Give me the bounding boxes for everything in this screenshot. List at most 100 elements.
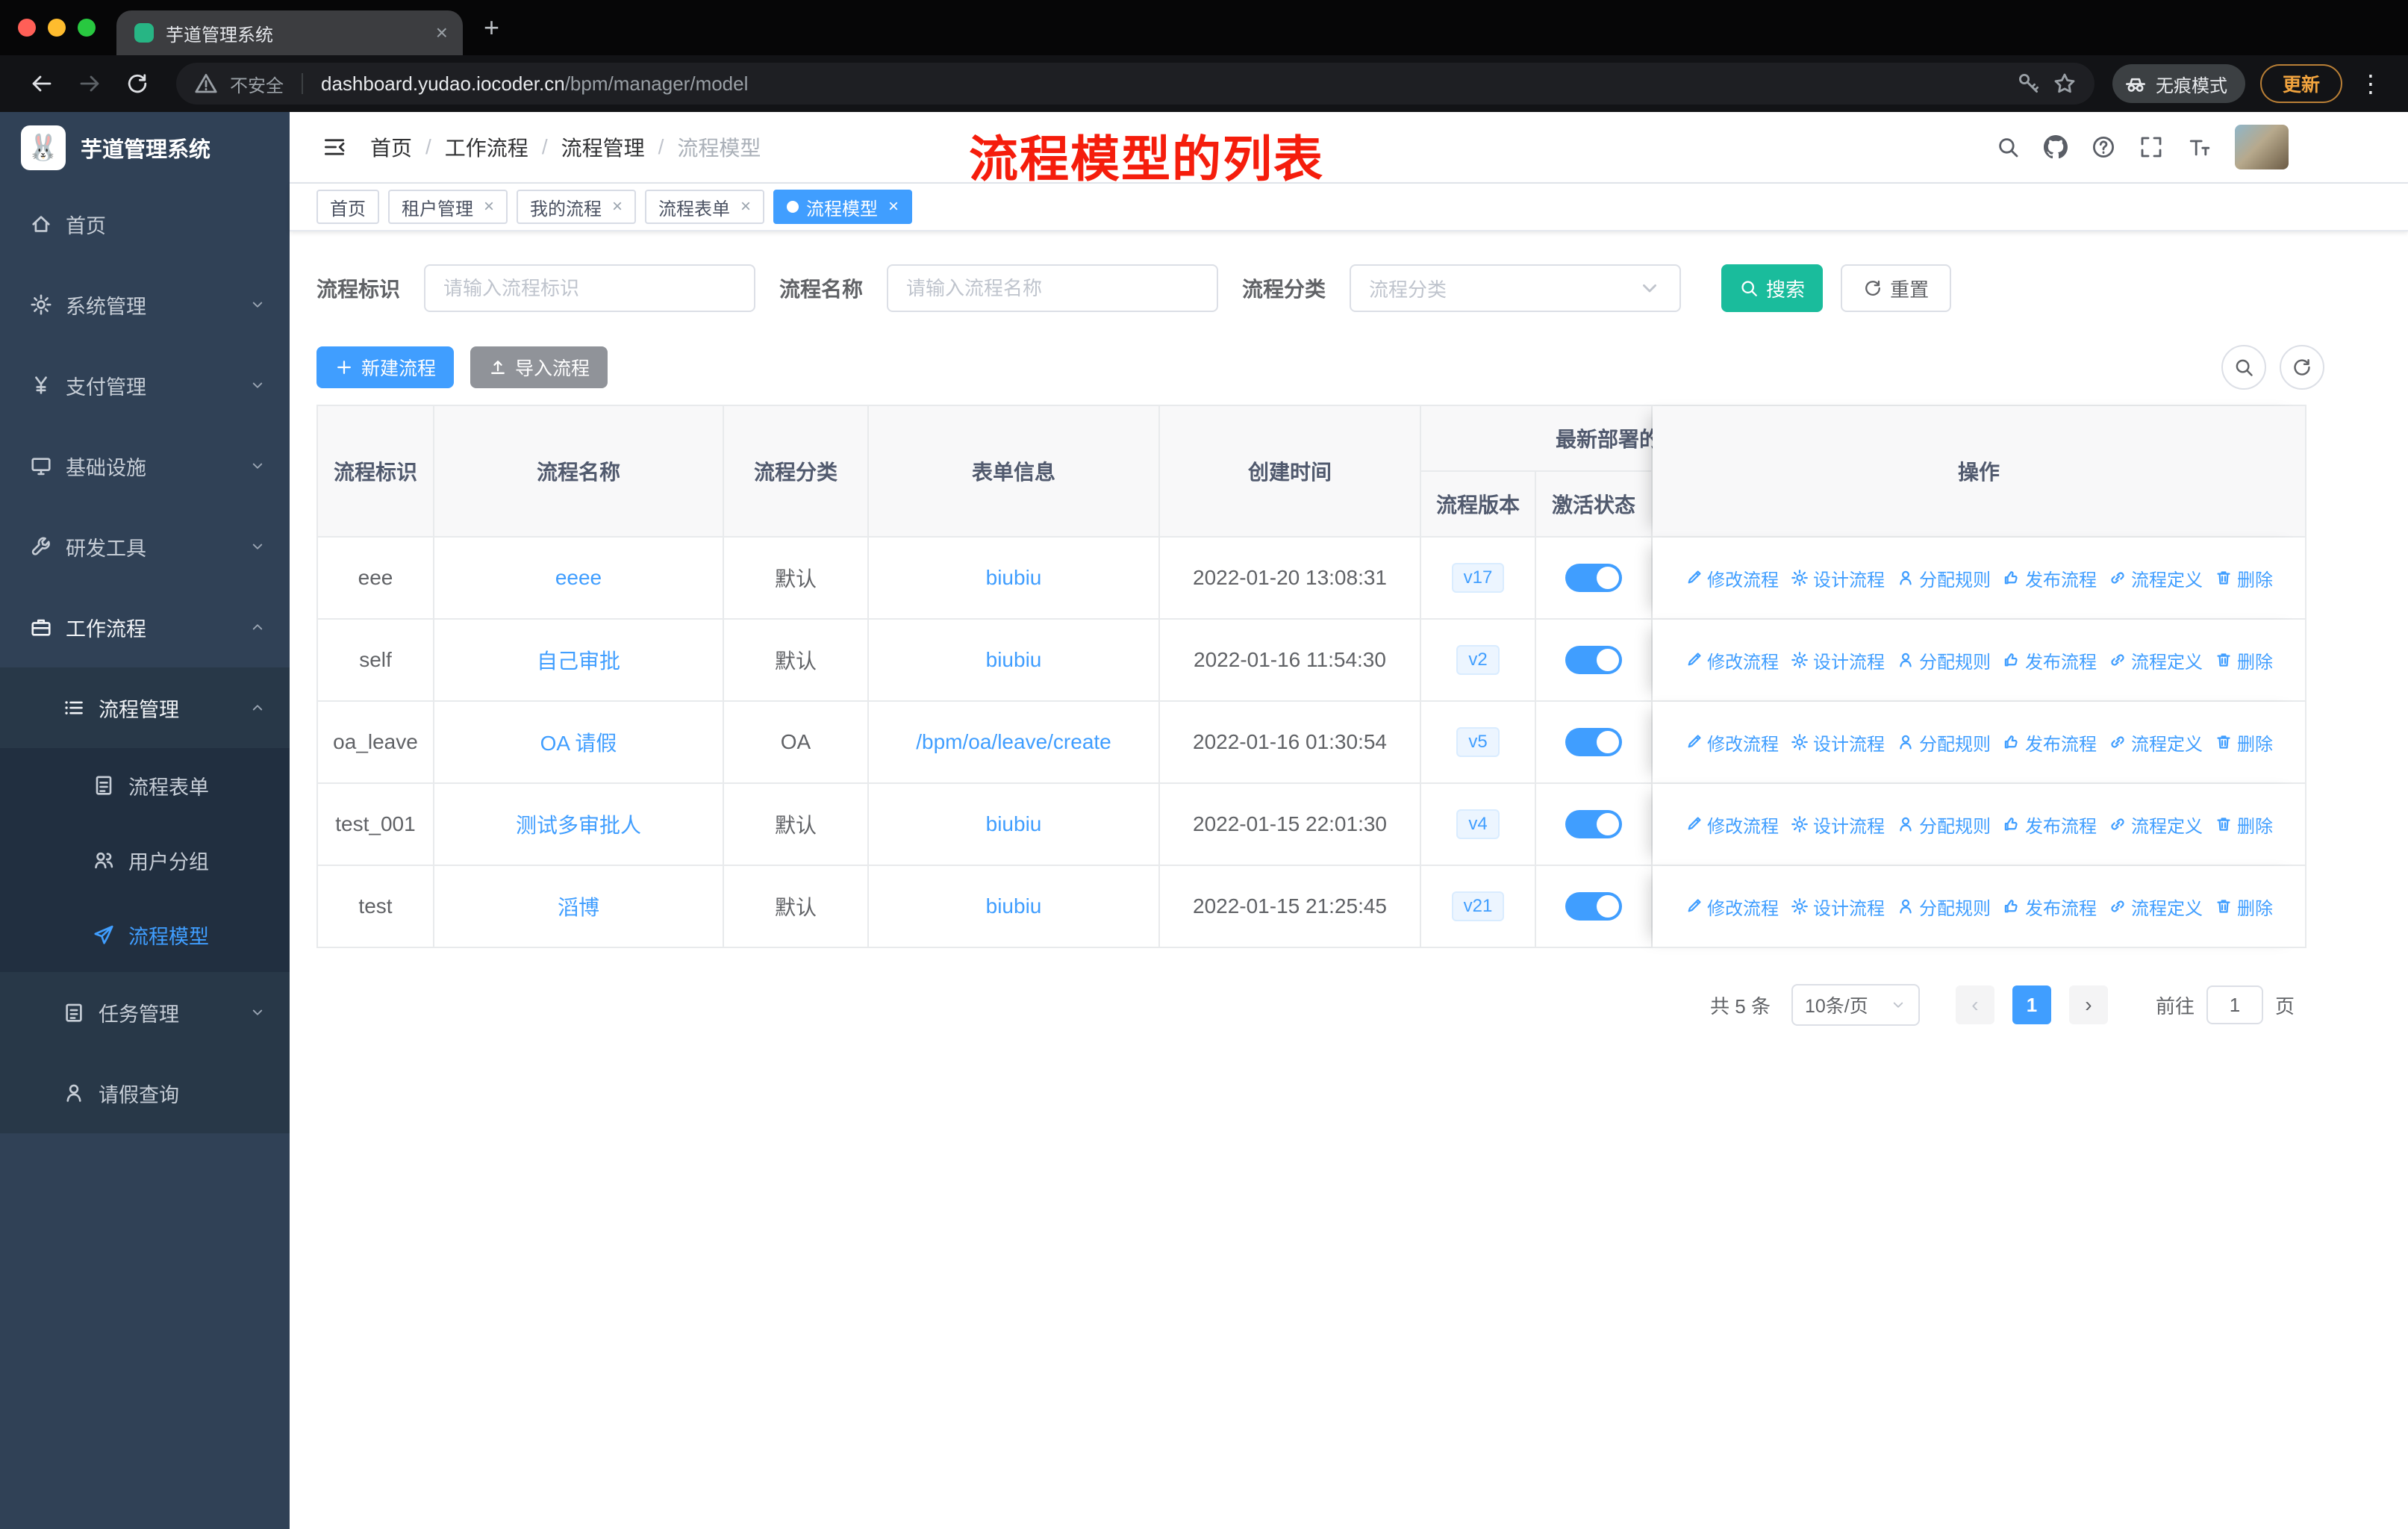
sidebar-item-process-model[interactable]: 流程模型 xyxy=(0,897,290,972)
page-size-select[interactable]: 10条/页 xyxy=(1791,984,1920,1026)
security-label[interactable]: 不安全 xyxy=(230,71,284,97)
process-name-link[interactable]: 滔博 xyxy=(558,891,599,921)
action-process-definition[interactable]: 流程定义 xyxy=(2109,894,2203,920)
action-delete[interactable]: 删除 xyxy=(2215,729,2273,756)
action-design-process[interactable]: 设计流程 xyxy=(1791,729,1885,756)
form-info-link[interactable]: biubiu xyxy=(986,566,1042,590)
bookmark-star-icon[interactable] xyxy=(2053,72,2077,96)
action-modify-process[interactable]: 修改流程 xyxy=(1685,647,1779,673)
import-process-button[interactable]: 导入流程 xyxy=(470,346,608,388)
tag-close-icon[interactable]: × xyxy=(888,196,899,217)
window-minimize-button[interactable] xyxy=(48,19,66,37)
action-design-process[interactable]: 设计流程 xyxy=(1791,647,1885,673)
breadcrumb-item[interactable]: 首页 xyxy=(370,132,412,162)
sidebar-item-task-management[interactable]: 任务管理 xyxy=(0,972,290,1053)
action-assign-rule[interactable]: 分配规则 xyxy=(1897,647,1991,673)
new-tab-button[interactable]: + xyxy=(484,14,499,41)
sidebar-item-payment[interactable]: 支付管理 xyxy=(0,345,290,426)
action-assign-rule[interactable]: 分配规则 xyxy=(1897,729,1991,756)
window-close-button[interactable] xyxy=(18,19,36,37)
action-delete[interactable]: 删除 xyxy=(2215,647,2273,673)
form-info-link[interactable]: biubiu xyxy=(986,648,1042,672)
sidebar-item-home[interactable]: 首页 xyxy=(0,184,290,264)
fullscreen-icon[interactable] xyxy=(2139,135,2163,159)
active-toggle[interactable] xyxy=(1565,728,1622,756)
action-process-definition[interactable]: 流程定义 xyxy=(2109,565,2203,591)
tag-close-icon[interactable]: × xyxy=(740,196,751,217)
action-modify-process[interactable]: 修改流程 xyxy=(1685,812,1779,838)
sidebar-item-devtools[interactable]: 研发工具 xyxy=(0,506,290,587)
show-search-button[interactable] xyxy=(2221,345,2266,390)
password-key-icon[interactable] xyxy=(2017,72,2041,96)
action-publish-process[interactable]: 发布流程 xyxy=(2003,729,2097,756)
action-process-definition[interactable]: 流程定义 xyxy=(2109,729,2203,756)
menu-fold-icon[interactable] xyxy=(322,135,346,159)
sidebar-item-infrastructure[interactable]: 基础设施 xyxy=(0,426,290,506)
reload-icon[interactable] xyxy=(125,72,149,96)
action-publish-process[interactable]: 发布流程 xyxy=(2003,647,2097,673)
action-modify-process[interactable]: 修改流程 xyxy=(1685,565,1779,591)
browser-tab[interactable]: 芋道管理系统 × xyxy=(116,10,463,55)
tag-close-icon[interactable]: × xyxy=(484,196,494,217)
create-process-button[interactable]: 新建流程 xyxy=(316,346,455,388)
refresh-table-button[interactable] xyxy=(2280,345,2324,390)
user-avatar[interactable] xyxy=(2235,125,2289,169)
font-size-icon[interactable] xyxy=(2187,135,2211,159)
active-toggle[interactable] xyxy=(1565,810,1622,838)
action-process-definition[interactable]: 流程定义 xyxy=(2109,812,2203,838)
github-icon[interactable] xyxy=(2044,135,2068,159)
action-process-definition[interactable]: 流程定义 xyxy=(2109,647,2203,673)
goto-page-input[interactable] xyxy=(2206,985,2263,1024)
sidebar-item-leave-query[interactable]: 请假查询 xyxy=(0,1053,290,1133)
process-name-link[interactable]: eeee xyxy=(555,566,602,590)
action-assign-rule[interactable]: 分配规则 xyxy=(1897,894,1991,920)
page-tag[interactable]: 我的流程 × xyxy=(517,190,637,224)
active-toggle[interactable] xyxy=(1565,564,1622,592)
form-info-link[interactable]: biubiu xyxy=(986,894,1042,918)
action-delete[interactable]: 删除 xyxy=(2215,894,2273,920)
help-icon[interactable] xyxy=(2092,135,2115,159)
process-category-select[interactable]: 流程分类 xyxy=(1350,264,1682,312)
action-delete[interactable]: 删除 xyxy=(2215,812,2273,838)
action-design-process[interactable]: 设计流程 xyxy=(1791,565,1885,591)
form-info-link[interactable]: /bpm/oa/leave/create xyxy=(916,730,1111,754)
active-toggle[interactable] xyxy=(1565,646,1622,674)
breadcrumb-item[interactable]: 流程管理 xyxy=(561,132,645,162)
sidebar-item-system[interactable]: 系统管理 xyxy=(0,264,290,345)
sidebar-item-process-management[interactable]: 流程管理 xyxy=(0,667,290,748)
action-publish-process[interactable]: 发布流程 xyxy=(2003,894,2097,920)
search-icon[interactable] xyxy=(1996,135,2020,159)
search-button[interactable]: 搜索 xyxy=(1721,264,1824,312)
action-delete[interactable]: 删除 xyxy=(2215,565,2273,591)
page-tag-active[interactable]: 流程模型 × xyxy=(773,190,913,224)
page-tag[interactable]: 流程表单 × xyxy=(645,190,765,224)
action-modify-process[interactable]: 修改流程 xyxy=(1685,894,1779,920)
reset-button[interactable]: 重置 xyxy=(1841,264,1952,312)
action-publish-process[interactable]: 发布流程 xyxy=(2003,812,2097,838)
sidebar-item-process-form[interactable]: 流程表单 xyxy=(0,748,290,823)
next-page-button[interactable]: › xyxy=(2068,985,2108,1024)
forward-icon[interactable] xyxy=(78,72,102,96)
active-toggle[interactable] xyxy=(1565,892,1622,921)
back-icon[interactable] xyxy=(30,72,54,96)
tag-close-icon[interactable]: × xyxy=(612,196,623,217)
address-bar[interactable]: 不安全 dashboard.yudao.iocoder.cn/bpm/manag… xyxy=(176,63,2094,105)
action-design-process[interactable]: 设计流程 xyxy=(1791,894,1885,920)
action-publish-process[interactable]: 发布流程 xyxy=(2003,565,2097,591)
form-info-link[interactable]: biubiu xyxy=(986,812,1042,836)
breadcrumb-item[interactable]: 工作流程 xyxy=(445,132,528,162)
tab-close-icon[interactable]: × xyxy=(436,22,448,43)
browser-menu-icon[interactable]: ⋮ xyxy=(2354,69,2387,98)
action-assign-rule[interactable]: 分配规则 xyxy=(1897,565,1991,591)
window-zoom-button[interactable] xyxy=(78,19,96,37)
process-key-input[interactable] xyxy=(424,264,756,312)
process-name-link[interactable]: 自己审批 xyxy=(537,645,620,675)
process-name-link[interactable]: OA 请假 xyxy=(540,727,617,757)
page-tag[interactable]: 首页 xyxy=(316,190,379,224)
process-name-link[interactable]: 测试多审批人 xyxy=(516,809,641,839)
action-modify-process[interactable]: 修改流程 xyxy=(1685,729,1779,756)
url-text[interactable]: dashboard.yudao.iocoder.cn/bpm/manager/m… xyxy=(321,72,2005,96)
prev-page-button[interactable]: ‹ xyxy=(1955,985,1994,1024)
sidebar-item-user-group[interactable]: 用户分组 xyxy=(0,823,290,897)
page-number-button[interactable]: 1 xyxy=(2012,985,2051,1024)
